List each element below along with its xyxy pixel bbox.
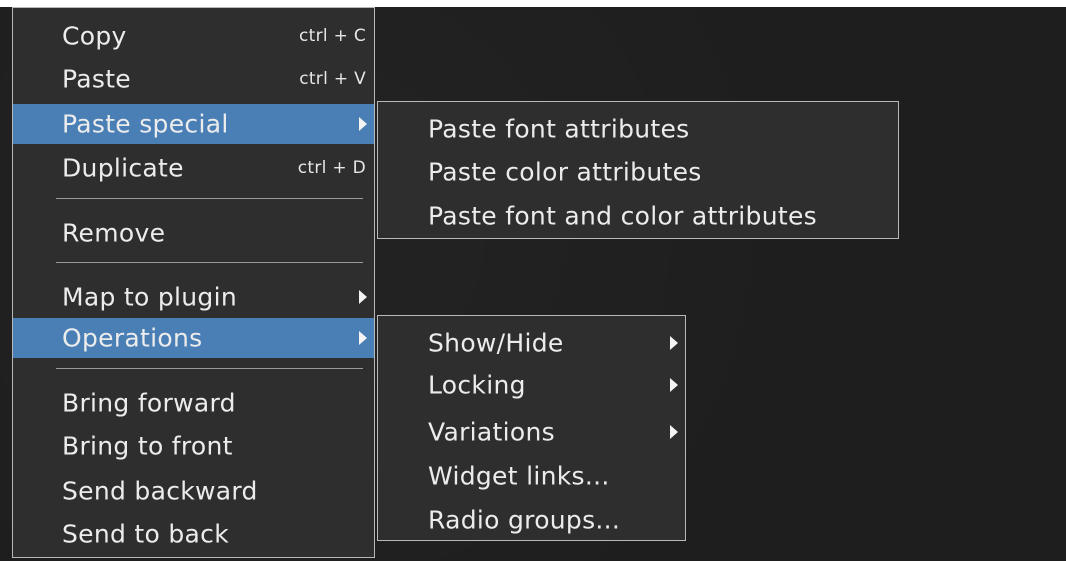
menu-item-label: Radio groups... — [428, 505, 621, 535]
menu-item-label: Locking — [428, 370, 526, 400]
menu-item-label: Bring to front — [62, 431, 233, 461]
menu-item-label: Map to plugin — [62, 282, 237, 312]
menu-item-remove[interactable]: Remove — [13, 213, 374, 253]
menu-item-label: Send to back — [62, 519, 229, 549]
menu-item-locking[interactable]: Locking — [378, 365, 685, 405]
chevron-right-icon — [359, 117, 367, 131]
menu-item-paste-font-attributes[interactable]: Paste font attributes — [378, 109, 898, 149]
chevron-right-icon — [670, 378, 678, 392]
menu-separator — [56, 262, 363, 263]
menu-item-label: Show/Hide — [428, 328, 564, 358]
menu-item-label: Operations — [62, 323, 203, 353]
menu-item-paste-special[interactable]: Paste special — [13, 104, 374, 144]
menu-item-paste[interactable]: Paste ctrl + V — [13, 59, 374, 99]
chevron-right-icon — [359, 290, 367, 304]
menu-item-send-to-back[interactable]: Send to back — [13, 514, 374, 554]
menu-item-bring-to-front[interactable]: Bring to front — [13, 426, 374, 466]
menu-item-label: Remove — [62, 218, 166, 248]
menu-item-bring-forward[interactable]: Bring forward — [13, 383, 374, 423]
menu-separator — [56, 198, 363, 199]
menu-item-label: Paste font attributes — [428, 114, 690, 144]
context-menu: Copy ctrl + C Paste ctrl + V Paste speci… — [12, 7, 375, 558]
menu-item-widget-links[interactable]: Widget links... — [378, 456, 685, 496]
menu-separator — [56, 368, 363, 369]
operations-submenu: Show/Hide Locking Variations Widget link… — [377, 315, 686, 541]
shortcut-label: ctrl + D — [297, 158, 366, 178]
menu-item-paste-color-attributes[interactable]: Paste color attributes — [378, 152, 898, 192]
menu-item-radio-groups[interactable]: Radio groups... — [378, 500, 685, 540]
menu-item-label: Copy — [62, 21, 127, 51]
menu-item-paste-font-and-color-attributes[interactable]: Paste font and color attributes — [378, 196, 898, 236]
chevron-right-icon — [670, 425, 678, 439]
menu-item-variations[interactable]: Variations — [378, 412, 685, 452]
menu-item-label: Variations — [428, 417, 555, 447]
menu-item-label: Widget links... — [428, 461, 610, 491]
menu-item-label: Paste special — [62, 109, 229, 139]
chevron-right-icon — [670, 336, 678, 350]
menu-item-operations[interactable]: Operations — [13, 318, 374, 358]
menu-item-label: Paste — [62, 64, 131, 94]
menu-item-show-hide[interactable]: Show/Hide — [378, 323, 685, 363]
menu-item-map-to-plugin[interactable]: Map to plugin — [13, 277, 374, 317]
shortcut-label: ctrl + C — [298, 26, 366, 46]
menu-item-send-backward[interactable]: Send backward — [13, 471, 374, 511]
chevron-right-icon — [359, 331, 367, 345]
menu-item-label: Duplicate — [62, 153, 184, 183]
menu-item-label: Send backward — [62, 476, 258, 506]
shortcut-label: ctrl + V — [299, 69, 366, 89]
menu-item-copy[interactable]: Copy ctrl + C — [13, 16, 374, 56]
paste-special-submenu: Paste font attributes Paste color attrib… — [377, 101, 899, 239]
menu-item-label: Paste font and color attributes — [428, 201, 817, 231]
menu-item-label: Paste color attributes — [428, 157, 702, 187]
menu-item-label: Bring forward — [62, 388, 236, 418]
menu-item-duplicate[interactable]: Duplicate ctrl + D — [13, 148, 374, 188]
